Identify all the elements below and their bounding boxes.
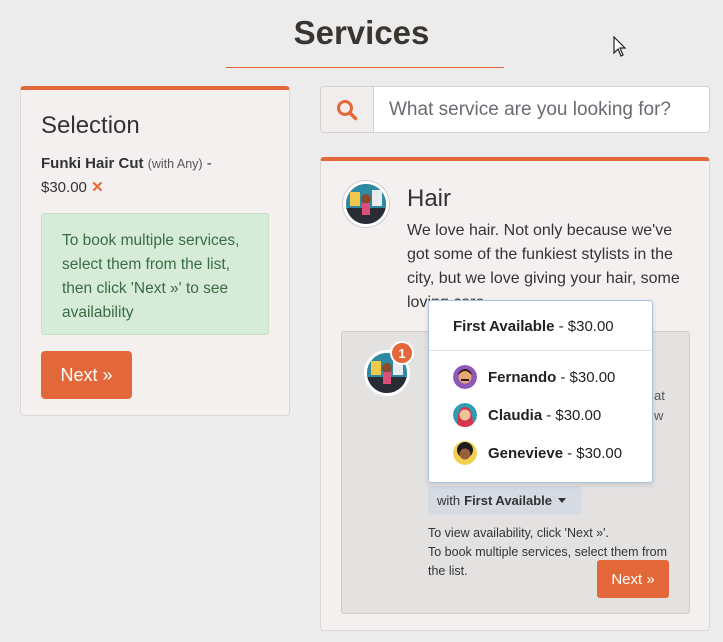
selected-count-badge: 1: [390, 341, 414, 365]
selected-service-name: Funki Hair Cut: [41, 155, 144, 172]
service-text-fragment: at: [654, 388, 665, 403]
selection-next-button[interactable]: Next »: [41, 351, 132, 399]
category-title: Hair: [407, 185, 452, 212]
service-next-button[interactable]: Next »: [597, 560, 669, 598]
category-avatar: [343, 181, 389, 227]
staff-price: - $30.00: [546, 406, 602, 424]
title-underline: [226, 67, 504, 68]
selected-service-staff: (with Any): [147, 157, 203, 171]
dropdown-divider: [429, 350, 652, 351]
dropdown-item-fernando[interactable]: Fernando - $30.00: [453, 363, 615, 391]
remove-icon[interactable]: ✕: [91, 179, 104, 196]
service-text-fragment: w: [654, 408, 664, 423]
staff-name: Genevieve: [488, 444, 564, 462]
service-note-line: To view availability, click 'Next »'.: [428, 526, 609, 540]
staff-select-prefix: with: [437, 493, 461, 508]
dropdown-item-claudia[interactable]: Claudia - $30.00: [453, 401, 601, 429]
staff-price: - $30.00: [567, 444, 623, 462]
selection-panel: Selection Funki Hair Cut (with Any) - $3…: [20, 86, 290, 416]
caret-down-icon: [558, 498, 567, 503]
staff-name: Claudia: [488, 406, 543, 424]
search-icon[interactable]: [321, 87, 374, 132]
dropdown-item-first-available[interactable]: First Available - $30.00: [453, 318, 614, 335]
staff-select-button[interactable]: with First Available: [428, 486, 581, 515]
dropdown-item-genevieve[interactable]: Genevieve - $30.00: [453, 439, 622, 467]
staff-avatar: [453, 365, 477, 389]
selected-service-price: $30.00: [41, 179, 87, 196]
dropdown-item-label: First Available: [453, 318, 555, 335]
selected-service: Funki Hair Cut (with Any) - $30.00 ✕: [41, 152, 271, 199]
selected-service-separator: -: [206, 155, 212, 172]
search-input[interactable]: [381, 87, 707, 132]
staff-select-value: First Available: [464, 493, 553, 508]
staff-price: - $30.00: [560, 368, 616, 386]
info-alert: To book multiple services, select them f…: [41, 213, 269, 335]
staff-name: Fernando: [488, 368, 557, 386]
search-bar: [320, 86, 710, 133]
staff-avatar: [453, 441, 477, 465]
dropdown-item-price: - $30.00: [558, 318, 614, 335]
selection-title: Selection: [41, 112, 140, 139]
mouse-cursor-icon: [613, 36, 627, 57]
staff-dropdown-menu: First Available - $30.00 Fernando - $30.…: [428, 300, 653, 483]
staff-avatar: [453, 403, 477, 427]
